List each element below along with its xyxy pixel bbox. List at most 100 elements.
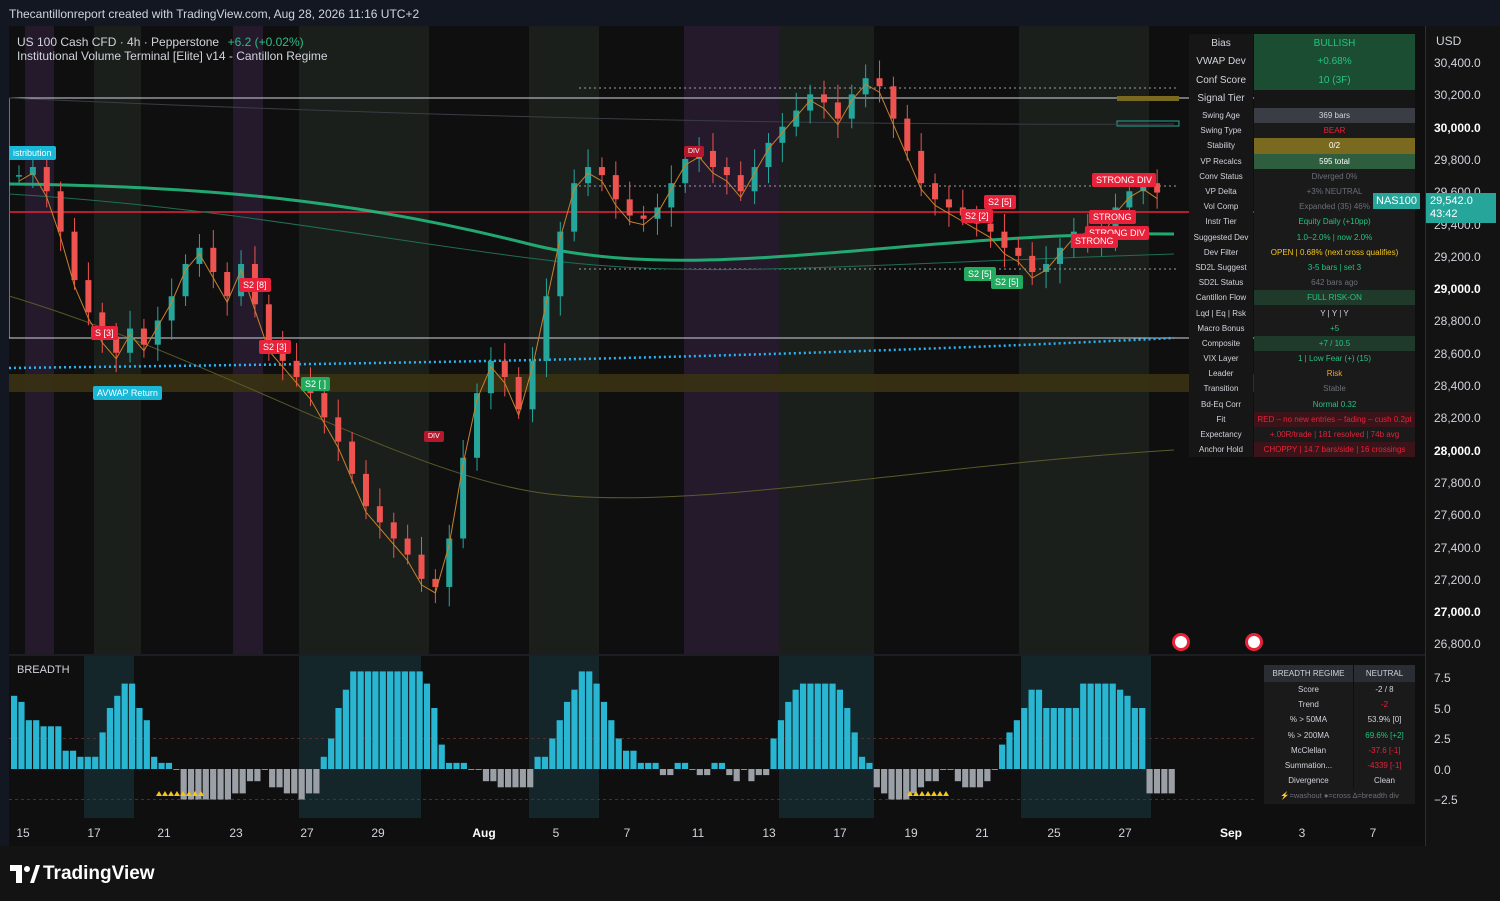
price-tick-label: 27,800.0 bbox=[1434, 475, 1481, 490]
breadth-bar bbox=[505, 769, 512, 788]
time-tick-label: 27 bbox=[300, 826, 314, 840]
tradingview-logo[interactable]: TradingView bbox=[10, 863, 155, 885]
breadth-bar bbox=[379, 671, 386, 769]
info-value: 10 (3F) bbox=[1254, 71, 1415, 90]
price-tick-label: 30,400.0 bbox=[1434, 56, 1481, 70]
candle-body bbox=[127, 328, 134, 353]
breadth-bar bbox=[313, 769, 320, 794]
candle-body bbox=[640, 215, 647, 219]
price-axis[interactable]: USD 30,400.030,200.030,000.029,800.029,6… bbox=[1425, 26, 1500, 846]
breadth-bar bbox=[600, 701, 608, 769]
info-value: 3-5 bars | set 3 bbox=[1254, 259, 1415, 276]
attribution-text: Thecantillonreport created with TradingV… bbox=[9, 7, 420, 21]
indicator-title[interactable]: Institutional Volume Terminal [Elite] v1… bbox=[17, 49, 328, 63]
candle-body bbox=[876, 78, 883, 87]
candle-body bbox=[460, 457, 467, 539]
breadth-bar bbox=[932, 769, 939, 782]
breadth-bar bbox=[866, 762, 873, 769]
washout-marker bbox=[156, 791, 162, 796]
time-tick-label: 21 bbox=[975, 826, 989, 840]
breadth-bar bbox=[748, 769, 755, 782]
breadth-bar bbox=[593, 683, 600, 769]
symbol-price-tag: NAS100 bbox=[1373, 193, 1420, 209]
info-key: VP Recalcs bbox=[1189, 153, 1253, 169]
info-row: Cantillon Flow FULL RISK-ON bbox=[1189, 290, 1415, 306]
info-key: Bd-Eq Corr bbox=[1189, 396, 1253, 412]
breadth-bar bbox=[446, 762, 453, 769]
breadth-bar bbox=[645, 762, 652, 769]
regime-info-table: Bias BULLISH VWAP Dev +0.68% Conf Score 10 (3… bbox=[1189, 34, 1415, 458]
signal-badge[interactable]: S [3] bbox=[91, 326, 118, 340]
breadth-bar bbox=[151, 756, 158, 769]
breadth-bar bbox=[394, 671, 401, 769]
signal-badge[interactable]: S2 [2] bbox=[961, 209, 993, 223]
breadth-bar bbox=[556, 720, 563, 769]
signal-badge[interactable]: DIV bbox=[424, 431, 444, 442]
candle-body bbox=[154, 320, 161, 345]
breadth-key: Trend bbox=[1264, 697, 1353, 713]
breadth-bar bbox=[925, 769, 932, 782]
currency-label[interactable]: USD bbox=[1436, 34, 1461, 48]
breadth-bar bbox=[291, 769, 298, 794]
breadth-bar bbox=[519, 769, 526, 788]
info-value: +5 bbox=[1254, 320, 1415, 336]
candle-body bbox=[265, 304, 272, 345]
info-value: 369 bars bbox=[1254, 108, 1415, 124]
time-tick-label: 25 bbox=[1047, 826, 1061, 840]
breadth-bar bbox=[77, 756, 84, 769]
signal-badge[interactable]: S2 [3] bbox=[259, 340, 291, 354]
candle-body bbox=[168, 296, 175, 321]
breadth-bar bbox=[143, 720, 150, 769]
candle-body bbox=[349, 441, 356, 474]
signal-badge[interactable]: STRONG bbox=[1071, 234, 1118, 248]
breadth-bar bbox=[136, 708, 143, 769]
info-key: Vol Comp bbox=[1189, 199, 1253, 215]
breadth-bar bbox=[387, 671, 394, 769]
candle-body bbox=[918, 150, 925, 184]
breadth-bar bbox=[549, 738, 556, 769]
breadth-bar bbox=[335, 708, 342, 769]
breadth-value: 53.9% [0] bbox=[1354, 712, 1415, 728]
breadth-bar bbox=[608, 720, 615, 769]
washout-marker bbox=[162, 791, 168, 796]
symbol-title[interactable]: US 100 Cash CFD · 4h · Pepperstone bbox=[17, 35, 219, 49]
price-tick-label: 27,000.0 bbox=[1434, 605, 1481, 620]
signal-badge[interactable]: S2 [5] bbox=[991, 275, 1023, 289]
breadth-bar bbox=[1161, 769, 1168, 794]
signal-badge[interactable]: STRONG DIV bbox=[1092, 173, 1157, 187]
candle-body bbox=[987, 223, 994, 232]
candle-body bbox=[140, 328, 147, 345]
breadth-bar bbox=[1109, 683, 1116, 769]
breadth-bar bbox=[468, 769, 475, 770]
info-key: Stability bbox=[1189, 138, 1253, 154]
breadth-value: 69.6% [+2] bbox=[1354, 727, 1415, 743]
breadth-bar bbox=[1124, 695, 1131, 769]
breadth-bar bbox=[1168, 769, 1175, 794]
signal-badge[interactable]: S2 [5] bbox=[984, 195, 1016, 209]
signal-badge[interactable]: AVWAP Return bbox=[93, 386, 162, 400]
breadth-bar bbox=[940, 769, 947, 770]
breadth-bar bbox=[438, 744, 445, 769]
breadth-bar bbox=[578, 671, 585, 769]
breadth-bar bbox=[401, 671, 408, 769]
signal-badge[interactable]: S2 [ ] bbox=[301, 377, 331, 391]
breadth-bar bbox=[55, 726, 62, 769]
candle-body bbox=[85, 280, 92, 313]
time-tick-label: 3 bbox=[1298, 826, 1306, 840]
time-tick-label: 21 bbox=[157, 826, 171, 840]
info-key: Dev Filter bbox=[1189, 244, 1253, 260]
info-key: VIX Layer bbox=[1189, 351, 1253, 367]
signal-badge[interactable]: STRONG bbox=[1089, 210, 1136, 224]
candle-body bbox=[515, 377, 522, 410]
signal-badge[interactable]: DIV bbox=[684, 146, 704, 157]
info-key: Anchor Hold bbox=[1189, 442, 1253, 458]
info-key: VP Delta bbox=[1189, 183, 1253, 200]
info-value: Normal 0.32 bbox=[1254, 396, 1415, 412]
candle-body bbox=[1015, 247, 1022, 256]
breadth-bar bbox=[328, 738, 335, 769]
breadth-tick-label: 2.5 bbox=[1434, 732, 1451, 746]
breadth-bar bbox=[910, 769, 917, 794]
signal-badge[interactable]: S2 [8] bbox=[239, 278, 271, 292]
info-row: Macro Bonus +5 bbox=[1189, 320, 1415, 336]
signal-badge[interactable]: istribution bbox=[9, 146, 56, 160]
